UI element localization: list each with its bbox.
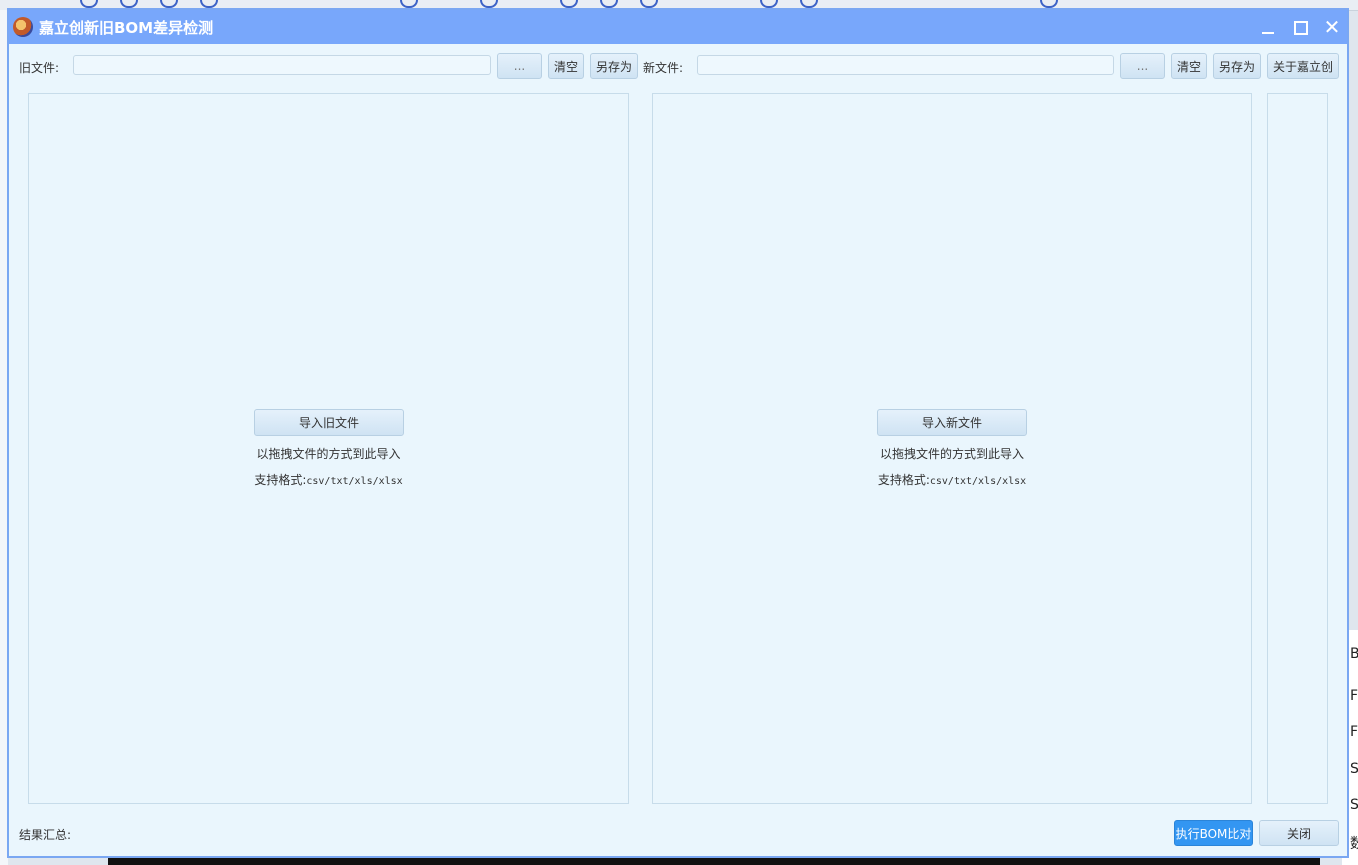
host-toolbar-icon: [200, 0, 218, 8]
host-toolbar-icon: [400, 0, 418, 8]
old-file-drop-zone[interactable]: 导入旧文件 以拖拽文件的方式到此导入 支持格式:csv/txt/xls/xlsx: [28, 93, 629, 804]
host-toolbar-icon: [640, 0, 658, 8]
minimize-button[interactable]: [1255, 14, 1281, 40]
app-logo-icon: [13, 17, 33, 37]
host-right-letter: 数: [1350, 836, 1358, 852]
maximize-button[interactable]: [1287, 14, 1313, 40]
side-panel: [1267, 93, 1328, 804]
old-file-browse-button[interactable]: ...: [497, 53, 542, 79]
result-summary-label: 结果汇总:: [19, 828, 72, 842]
import-old-file-button[interactable]: 导入旧文件: [254, 409, 404, 436]
new-file-clear-button[interactable]: 清空: [1171, 53, 1207, 79]
old-file-save-as-button[interactable]: 另存为: [590, 53, 638, 79]
new-file-drop-zone[interactable]: 导入新文件 以拖拽文件的方式到此导入 支持格式:csv/txt/xls/xlsx: [652, 93, 1252, 804]
old-format-line: 支持格式:csv/txt/xls/xlsx: [29, 471, 628, 488]
new-format-value: csv/txt/xls/xlsx: [929, 476, 1027, 487]
new-format-label: 支持格式:: [877, 473, 930, 487]
import-new-file-button[interactable]: 导入新文件: [877, 409, 1027, 436]
old-format-value: csv/txt/xls/xlsx: [306, 476, 403, 487]
host-toolbar-icon: [760, 0, 778, 8]
old-format-label: 支持格式:: [254, 473, 307, 487]
new-file-label: 新文件:: [643, 61, 684, 75]
maximize-icon: [1294, 21, 1308, 35]
minimize-icon: [1262, 32, 1274, 34]
host-right-letter: F: [1350, 724, 1358, 740]
old-file-clear-button[interactable]: 清空: [548, 53, 584, 79]
run-bom-compare-button[interactable]: 执行BOM比对: [1174, 820, 1253, 846]
host-toolbar-icon: [1040, 0, 1058, 8]
window-title: 嘉立创新旧BOM差异检测: [39, 19, 214, 37]
host-toolbar-icon: [160, 0, 178, 8]
about-button[interactable]: 关于嘉立创: [1267, 53, 1339, 79]
old-drag-hint: 以拖拽文件的方式到此导入: [256, 447, 401, 461]
host-toolbar-icon: [600, 0, 618, 8]
new-file-browse-button[interactable]: ...: [1120, 53, 1165, 79]
host-right-letter: B: [1350, 646, 1358, 662]
new-file-path-input[interactable]: [697, 55, 1114, 75]
new-file-save-as-button[interactable]: 另存为: [1213, 53, 1261, 79]
old-file-path-input[interactable]: [73, 55, 491, 75]
old-file-label: 旧文件:: [19, 61, 60, 75]
title-bar[interactable]: 嘉立创新旧BOM差异检测 ✕: [9, 10, 1347, 44]
host-toolbar-icon: [800, 0, 818, 8]
host-right-letter: S: [1350, 797, 1358, 813]
host-right-letter: F: [1350, 688, 1358, 704]
new-drag-hint: 以拖拽文件的方式到此导入: [879, 447, 1024, 461]
host-toolbar-icon: [80, 0, 98, 8]
host-right-letter: S: [1350, 761, 1358, 777]
bom-diff-window: 嘉立创新旧BOM差异检测 ✕ 旧文件: ... 清空 另存为 新文件: ... …: [7, 8, 1349, 858]
host-toolbar-icon: [560, 0, 578, 8]
close-window-button[interactable]: ✕: [1319, 14, 1345, 40]
new-format-line: 支持格式:csv/txt/xls/xlsx: [653, 471, 1251, 488]
host-bottom-bar: [108, 857, 1320, 865]
host-toolbar-icon: [480, 0, 498, 8]
close-button[interactable]: 关闭: [1259, 820, 1339, 846]
host-toolbar-icon: [120, 0, 138, 8]
close-icon: ✕: [1323, 15, 1341, 39]
